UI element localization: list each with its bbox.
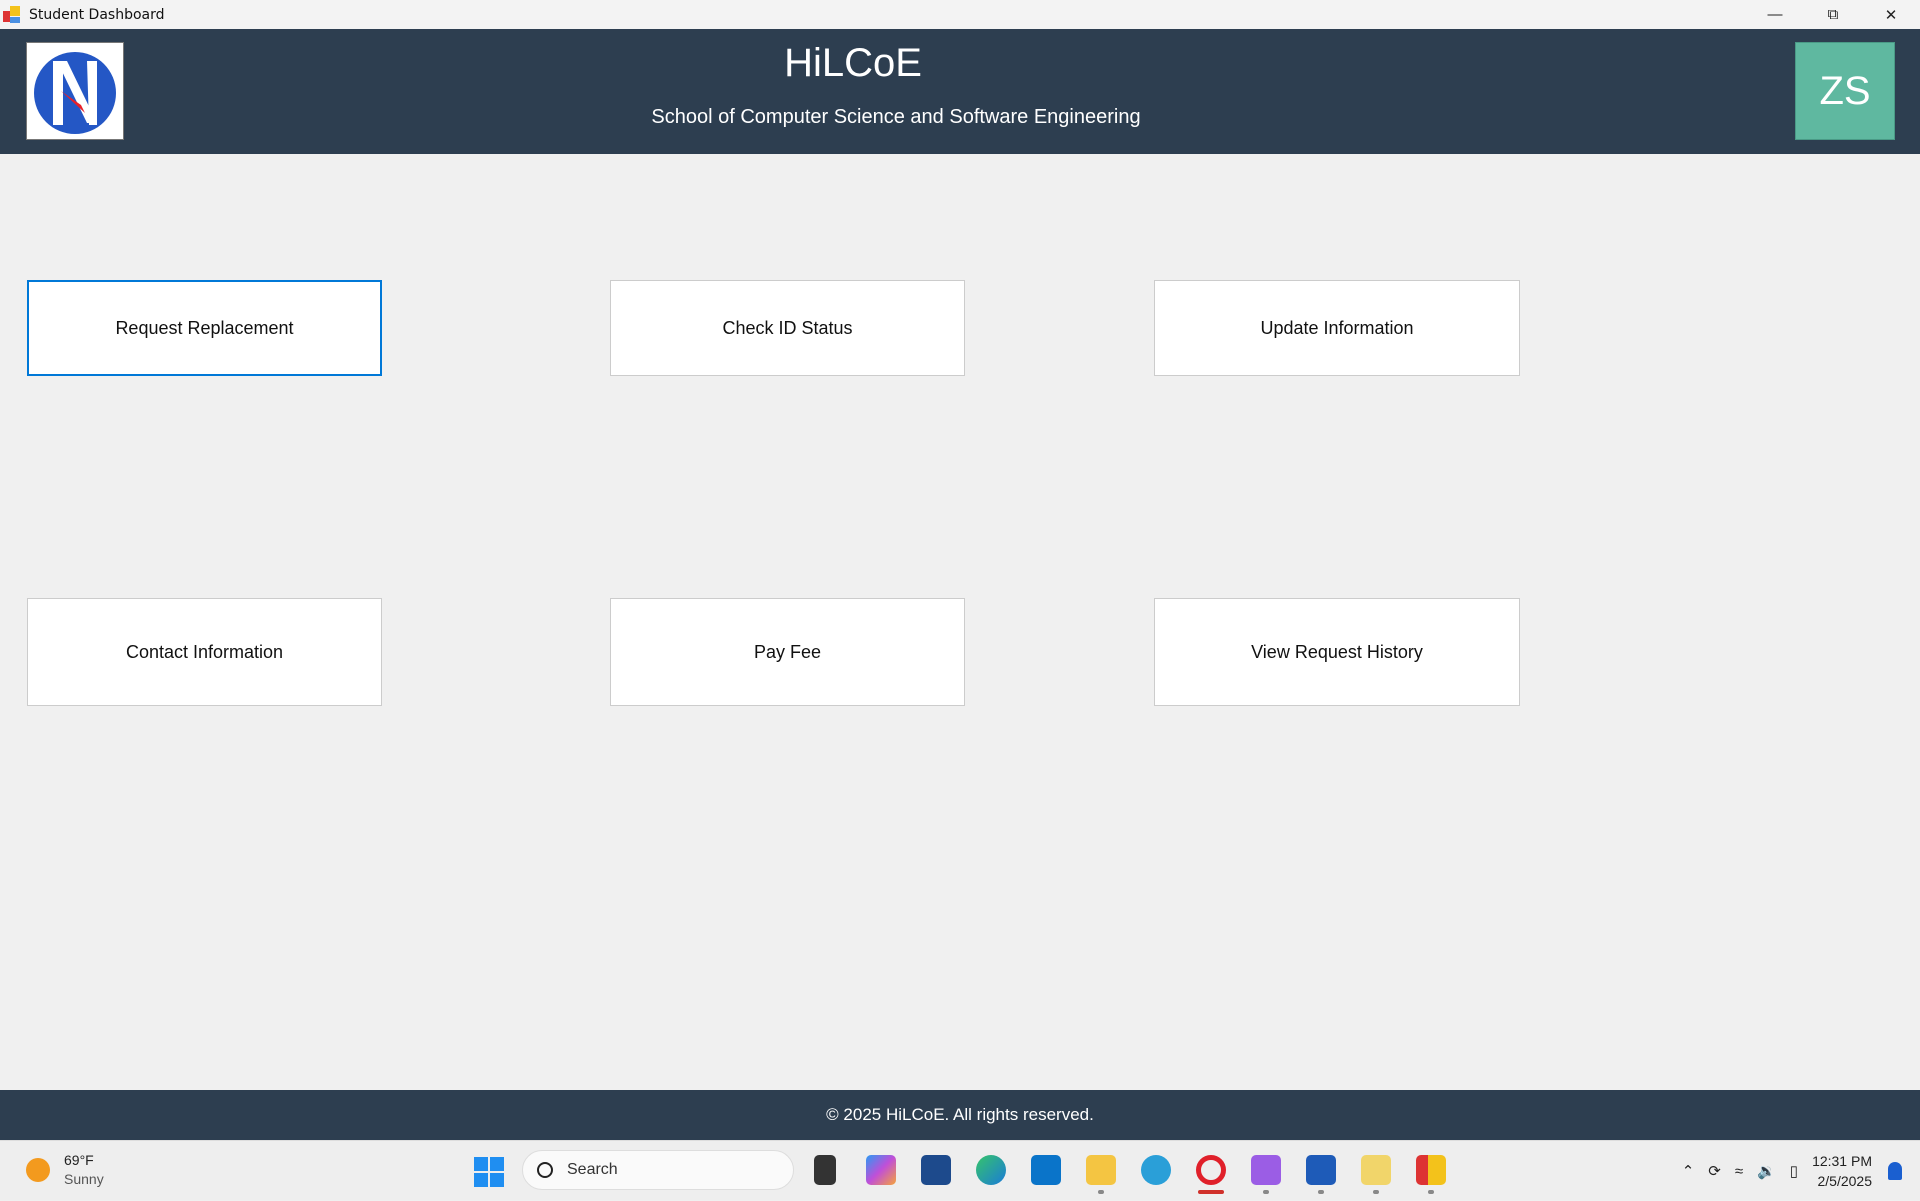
pay-fee-button[interactable]: Pay Fee (610, 598, 965, 706)
telegram-icon[interactable] (1141, 1155, 1171, 1185)
check-id-status-button[interactable]: Check ID Status (610, 280, 965, 376)
sync-icon[interactable]: ⟳ (1708, 1162, 1721, 1180)
file-explorer-icon[interactable] (1086, 1155, 1116, 1185)
date: 2/5/2025 (1817, 1173, 1873, 1189)
battery-icon[interactable]: ▯ (1790, 1162, 1798, 1180)
school-subtitle: School of Computer Science and Software … (651, 106, 1141, 128)
clock[interactable]: 12:31 PM 2/5/2025 (1812, 1151, 1872, 1191)
volume-icon[interactable]: 🔉 (1757, 1162, 1776, 1180)
footer: © 2025 HiLCoE. All rights reserved. (0, 1090, 1920, 1140)
weather-temp: 69°F (64, 1152, 94, 1168)
wifi-icon[interactable]: ≈ (1735, 1163, 1743, 1180)
contact-information-button[interactable]: Contact Information (27, 598, 382, 706)
title-bar: Student Dashboard — ⧉ ✕ (0, 0, 1920, 29)
student-dashboard-taskbar-icon[interactable] (1416, 1155, 1446, 1185)
restore-button[interactable]: ⧉ (1804, 0, 1862, 29)
minimize-button[interactable]: — (1746, 0, 1804, 29)
request-replacement-button[interactable]: Request Replacement (27, 280, 382, 376)
snipping-tool-icon[interactable] (1361, 1155, 1391, 1185)
copyright-text: © 2025 HiLCoE. All rights reserved. (826, 1105, 1094, 1124)
taskbar-search[interactable]: Search (522, 1150, 794, 1190)
copilot-icon[interactable] (866, 1155, 896, 1185)
header: HiLCoE School of Computer Science and So… (0, 29, 1920, 154)
user-avatar[interactable]: ZS (1795, 42, 1895, 140)
windows-start-icon[interactable] (474, 1157, 504, 1187)
chevron-up-icon[interactable]: ⌃ (1682, 1162, 1695, 1180)
word-icon[interactable] (1306, 1155, 1336, 1185)
time: 12:31 PM (1812, 1153, 1872, 1169)
dell-icon[interactable] (1031, 1155, 1061, 1185)
sun-icon (26, 1158, 50, 1182)
edge-icon[interactable] (976, 1155, 1006, 1185)
visual-studio-icon[interactable] (1251, 1155, 1281, 1185)
notification-bell-icon[interactable] (1888, 1162, 1902, 1180)
window-title: Student Dashboard (29, 6, 165, 23)
school-name: HiLCoE (784, 41, 922, 85)
weather-widget[interactable]: 69°F Sunny (26, 1151, 104, 1189)
opera-icon[interactable] (1196, 1155, 1226, 1185)
store-icon[interactable] (921, 1155, 951, 1185)
view-request-history-button[interactable]: View Request History (1154, 598, 1520, 706)
update-information-button[interactable]: Update Information (1154, 280, 1520, 376)
app-icon (3, 5, 21, 24)
task-view-icon[interactable] (814, 1155, 836, 1185)
search-placeholder: Search (567, 1161, 618, 1178)
search-icon (537, 1162, 553, 1178)
taskbar: 69°F Sunny Search ⌃ ⟳ ≈ 🔉 ▯ 12:31 PM 2/5/2… (0, 1140, 1920, 1200)
close-button[interactable]: ✕ (1862, 0, 1920, 29)
system-tray: ⌃ ⟳ ≈ 🔉 ▯ 12:31 PM 2/5/2025 (1682, 1141, 1920, 1201)
weather-condition: Sunny (64, 1171, 104, 1187)
